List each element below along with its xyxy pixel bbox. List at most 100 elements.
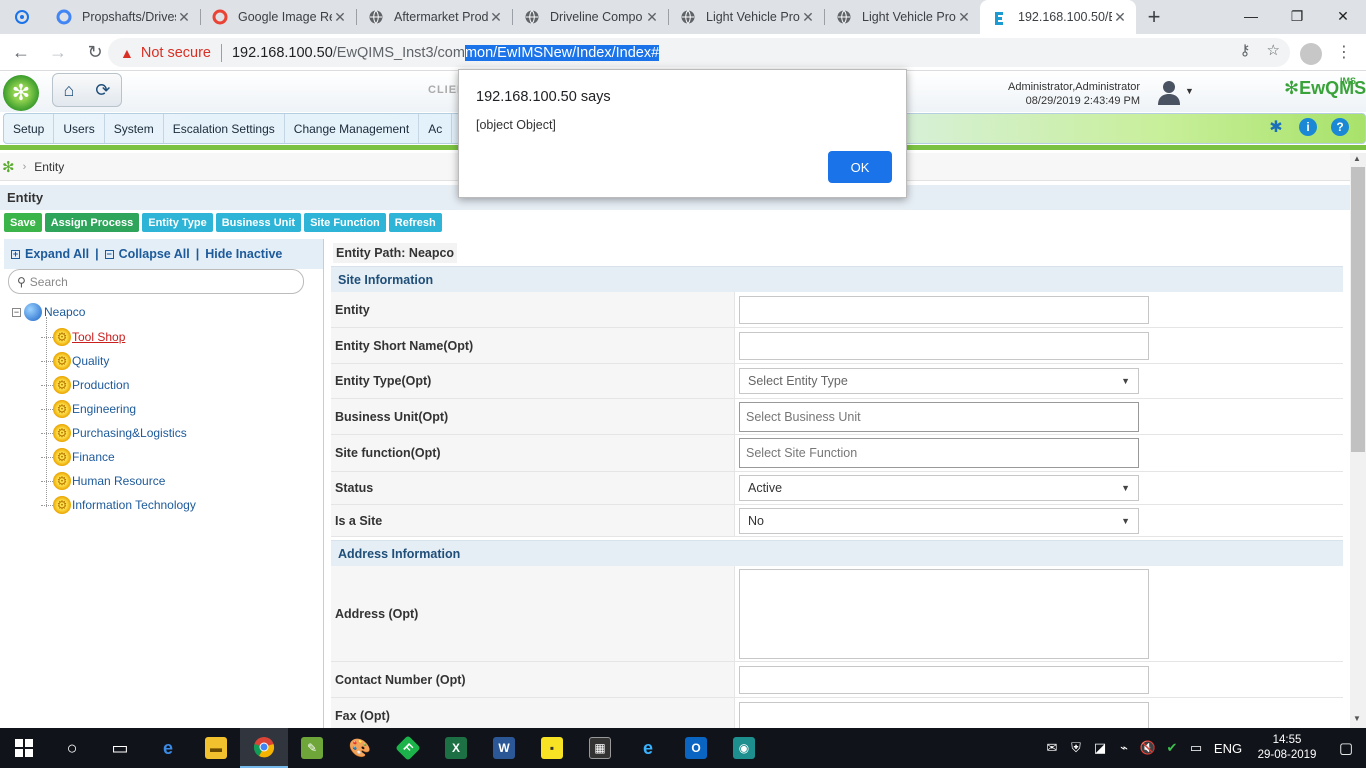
- volume-muted-icon[interactable]: 🔇: [1136, 740, 1160, 756]
- ok-button[interactable]: OK: [828, 151, 892, 183]
- collapse-icon[interactable]: −: [104, 249, 114, 259]
- entity-type-select[interactable]: Select Entity Type ▼: [739, 368, 1139, 394]
- cortana-search-icon[interactable]: ○: [48, 728, 96, 768]
- close-icon[interactable]: ✕: [1112, 9, 1128, 26]
- internet-explorer-icon[interactable]: e: [624, 728, 672, 768]
- user-avatar-icon[interactable]: [1156, 78, 1182, 106]
- close-icon[interactable]: ✕: [956, 9, 972, 26]
- browser-tab-1[interactable]: Propshafts/Drives ✕: [44, 0, 200, 34]
- file-explorer-icon[interactable]: ▬: [192, 728, 240, 768]
- tray-app-icon[interactable]: ◪: [1088, 740, 1112, 756]
- reload-icon[interactable]: ↻: [79, 36, 111, 68]
- menu-users[interactable]: Users: [54, 114, 105, 143]
- browser-menu-icon[interactable]: ⋮: [1336, 42, 1352, 62]
- menu-system[interactable]: System: [105, 114, 164, 143]
- tree-node-label[interactable]: Finance: [72, 450, 115, 464]
- back-icon[interactable]: ←: [5, 36, 37, 68]
- warning-icon[interactable]: ▲: [120, 45, 134, 61]
- status-select[interactable]: Active ▼: [739, 475, 1139, 501]
- browser-tab-4[interactable]: Driveline Compo ✕: [512, 0, 668, 34]
- scrollbar-thumb[interactable]: [1351, 167, 1365, 452]
- tree-root-node[interactable]: − Neapco: [12, 303, 85, 321]
- address-textarea[interactable]: [739, 568, 1149, 659]
- sticky-notes-icon[interactable]: ▪: [528, 728, 576, 768]
- minimize-icon[interactable]: —: [1228, 0, 1274, 32]
- tree-node-label[interactable]: Tool Shop: [72, 330, 125, 344]
- close-icon[interactable]: ✕: [332, 9, 348, 26]
- address-bar[interactable]: ▲ Not secure 192.168.100.50 /EwQIMS_Inst…: [108, 38, 1290, 67]
- help-icon[interactable]: ?: [1331, 118, 1349, 136]
- close-icon[interactable]: ✕: [644, 9, 660, 26]
- expand-icon[interactable]: +: [11, 249, 20, 259]
- notification-center-icon[interactable]: ▢: [1326, 739, 1366, 757]
- project-icon[interactable]: ✎: [288, 728, 336, 768]
- fax-input[interactable]: [739, 701, 1149, 730]
- close-window-icon[interactable]: ✕: [1320, 0, 1366, 32]
- forward-icon[interactable]: →: [42, 36, 74, 68]
- url-path-selected[interactable]: mon/EwIMSNew/Index/Index#: [464, 44, 660, 61]
- calculator-icon[interactable]: ▦: [576, 728, 624, 768]
- browser-tab-3[interactable]: Aftermarket Prod ✕: [356, 0, 512, 34]
- tree-node-quality[interactable]: ⚙ Quality: [41, 349, 196, 373]
- outlook-icon[interactable]: O: [672, 728, 720, 768]
- tree-node-finance[interactable]: ⚙ Finance: [41, 445, 196, 469]
- tree-node-label[interactable]: Quality: [72, 354, 109, 368]
- browser-tab-6[interactable]: Light Vehicle Prod ✕: [824, 0, 980, 34]
- close-icon[interactable]: ✕: [176, 9, 192, 26]
- chevron-down-icon[interactable]: ▼: [1185, 86, 1194, 96]
- menu-change-management[interactable]: Change Management: [285, 114, 420, 143]
- browser-tab-2[interactable]: Google Image Re ✕: [200, 0, 356, 34]
- excel-icon[interactable]: X: [432, 728, 480, 768]
- pin-icon[interactable]: ✱: [1267, 118, 1285, 136]
- not-secure-label[interactable]: Not secure: [141, 45, 211, 61]
- url-path[interactable]: /EwQIMS_Inst3/com: [333, 45, 465, 61]
- scroll-down-icon[interactable]: ▼: [1353, 714, 1361, 723]
- tree-node-purchasing-logistics[interactable]: ⚙ Purchasing&Logistics: [41, 421, 196, 445]
- save-button[interactable]: Save: [4, 213, 42, 232]
- tree-root-label[interactable]: Neapco: [44, 305, 85, 319]
- word-icon[interactable]: W: [480, 728, 528, 768]
- chrome-icon[interactable]: [240, 728, 288, 768]
- tree-node-label[interactable]: Production: [72, 378, 129, 392]
- tree-node-label[interactable]: Human Resource: [72, 474, 165, 488]
- language-indicator[interactable]: ENG: [1208, 741, 1248, 756]
- site-function-button[interactable]: Site Function: [304, 213, 386, 232]
- tree-node-tool-shop[interactable]: ⚙ Tool Shop: [41, 325, 196, 349]
- key-icon[interactable]: ⚷: [1240, 41, 1251, 59]
- restore-icon[interactable]: ❐: [1274, 0, 1320, 32]
- tree-node-label[interactable]: Information Technology: [72, 498, 196, 512]
- tree-collapse-toggle-icon[interactable]: −: [12, 307, 21, 317]
- close-icon[interactable]: ✕: [800, 9, 816, 26]
- entity-input[interactable]: [739, 295, 1149, 324]
- profile-avatar-icon[interactable]: [1300, 43, 1322, 65]
- browser-tab-5[interactable]: Light Vehicle Prod ✕: [668, 0, 824, 34]
- business-unit-button[interactable]: Business Unit: [215, 213, 302, 232]
- short-name-input[interactable]: [739, 331, 1149, 360]
- edge-icon[interactable]: e: [144, 728, 192, 768]
- app-logo-icon[interactable]: ✻: [3, 75, 39, 111]
- tree-search-input[interactable]: ⚲ Search: [8, 269, 304, 294]
- tree-node-label[interactable]: Engineering: [72, 402, 136, 416]
- assign-process-button[interactable]: Assign Process: [44, 213, 140, 232]
- refresh-button[interactable]: Refresh: [388, 213, 442, 232]
- new-tab-button[interactable]: +: [1136, 0, 1172, 34]
- outlook-tray-icon[interactable]: ✉: [1040, 740, 1064, 756]
- tree-node-label[interactable]: Purchasing&Logistics: [72, 426, 187, 440]
- network-icon[interactable]: ⌁: [1112, 740, 1136, 756]
- menu-escalation-settings[interactable]: Escalation Settings: [164, 114, 285, 143]
- tree-node-production[interactable]: ⚙ Production: [41, 373, 196, 397]
- battery-icon[interactable]: ▭: [1184, 740, 1208, 756]
- entity-type-button[interactable]: Entity Type: [142, 213, 213, 232]
- task-view-icon[interactable]: ▭: [96, 728, 144, 768]
- tree-node-information-technology[interactable]: ⚙ Information Technology: [41, 493, 196, 517]
- breadcrumb-home-icon[interactable]: ✻: [2, 158, 15, 176]
- security-tray-icon[interactable]: ⛨: [1064, 740, 1088, 756]
- expand-all-link[interactable]: Expand All: [25, 247, 89, 261]
- system-clock[interactable]: 14:55 29-08-2019: [1248, 733, 1326, 763]
- is-site-select[interactable]: No ▼: [739, 507, 1139, 534]
- freshdesk-icon[interactable]: F: [384, 728, 432, 768]
- hide-inactive-link[interactable]: Hide Inactive: [205, 247, 282, 261]
- url-host[interactable]: 192.168.100.50: [232, 45, 333, 61]
- info-icon[interactable]: i: [1299, 118, 1317, 136]
- contact-input[interactable]: [739, 665, 1149, 694]
